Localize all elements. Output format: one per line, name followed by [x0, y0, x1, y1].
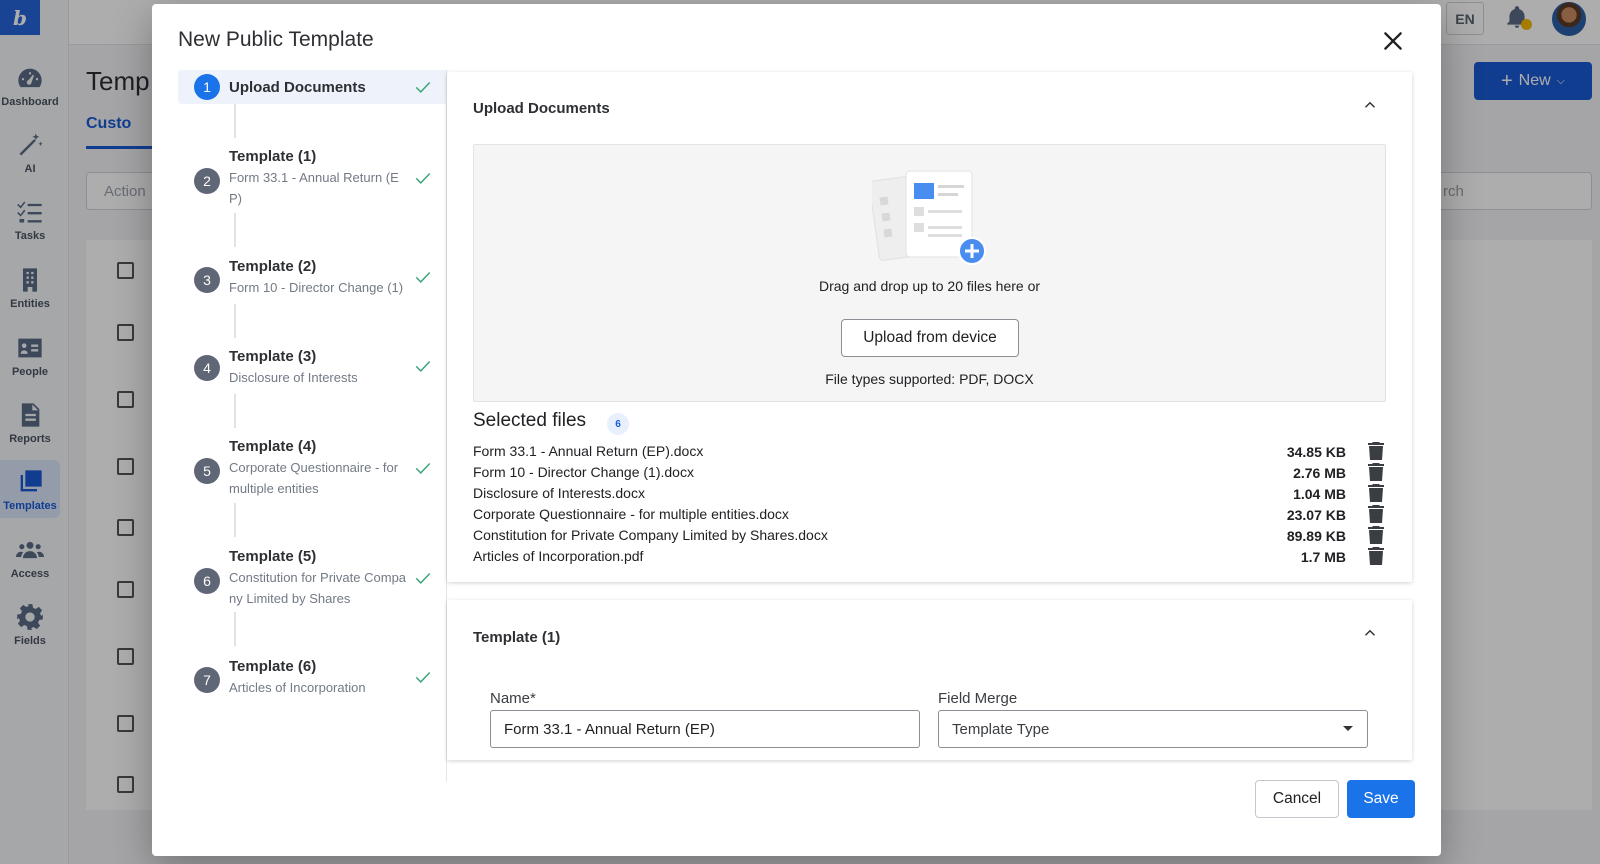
step-title: Template (3) — [229, 348, 317, 365]
selected-files-title: Selected files — [473, 410, 587, 431]
step-subtitle: Articles of Incorporation — [229, 680, 366, 695]
trash-icon — [1368, 547, 1384, 565]
template-name-input[interactable] — [490, 710, 920, 748]
field-merge-value: Template Type — [952, 721, 1050, 738]
step-number: 7 — [194, 667, 220, 693]
check-icon — [414, 268, 432, 286]
check-icon — [414, 78, 432, 96]
close-icon — [1384, 32, 1402, 50]
file-types-note: File types supported: PDF, DOCX — [825, 371, 1034, 387]
dialog-title: New Public Template — [178, 28, 374, 51]
check-icon — [414, 169, 432, 187]
step-subtitle: Constitution for Private Company Limited… — [229, 570, 407, 606]
collapse-upload-button[interactable] — [1361, 96, 1379, 114]
name-field-label: Name* — [490, 690, 536, 707]
cancel-button[interactable]: Cancel — [1255, 780, 1339, 818]
file-size: 1.04 MB — [1293, 486, 1346, 502]
delete-file-button[interactable] — [1368, 505, 1384, 523]
step-title: Upload Documents — [229, 79, 366, 96]
delete-file-button[interactable] — [1368, 526, 1384, 544]
step-connector — [234, 304, 236, 338]
chevron-up-icon — [1364, 101, 1376, 108]
name-label-text: Name — [490, 690, 531, 707]
step-subtitle: Form 33.1 - Annual Return (EP) — [229, 170, 399, 206]
file-name: Constitution for Private Company Limited… — [473, 527, 828, 543]
save-button[interactable]: Save — [1347, 780, 1415, 818]
step-title: Template (4) — [229, 438, 317, 455]
upload-documents-panel: Upload Documents Drag and drop up to 20 … — [447, 72, 1412, 582]
step-number: 6 — [194, 568, 220, 594]
step-connector — [234, 503, 236, 537]
file-name: Disclosure of Interests.docx — [473, 485, 645, 501]
file-list-item: Disclosure of Interests.docx 1.04 MB — [473, 484, 1386, 505]
field-merge-label: Field Merge — [938, 690, 1018, 707]
file-name: Articles of Incorporation.pdf — [473, 548, 644, 564]
collapse-template-button[interactable] — [1361, 624, 1379, 642]
check-icon — [414, 459, 432, 477]
step-connector — [234, 394, 236, 428]
selected-files-count-badge: 6 — [607, 413, 629, 435]
required-marker: * — [530, 690, 536, 707]
delete-file-button[interactable] — [1368, 442, 1384, 460]
close-button[interactable] — [1380, 28, 1406, 54]
file-list-item: Form 10 - Director Change (1).docx 2.76 … — [473, 463, 1386, 484]
trash-icon — [1368, 505, 1384, 523]
step-number: 2 — [194, 168, 220, 194]
new-template-dialog: New Public Template 1 Upload Documents 2… — [152, 4, 1441, 856]
step-subtitle: Corporate Questionnaire - for multiple e… — [229, 460, 399, 496]
delete-file-button[interactable] — [1368, 463, 1384, 481]
dropzone-instructions: Drag and drop up to 20 files here or — [818, 278, 1041, 294]
file-name: Form 10 - Director Change (1).docx — [473, 464, 694, 480]
step-subtitle: Disclosure of Interests — [229, 370, 358, 385]
check-icon — [414, 569, 432, 587]
step-upload-documents[interactable]: 1 Upload Documents — [178, 70, 448, 104]
delete-file-button[interactable] — [1368, 484, 1384, 502]
file-size: 89.89 KB — [1286, 528, 1346, 544]
step-number: 3 — [194, 267, 220, 293]
caret-down-icon — [1343, 726, 1353, 731]
step-number: 4 — [194, 355, 220, 381]
file-name: Form 33.1 - Annual Return (EP).docx — [473, 443, 704, 459]
panel-heading: Upload Documents — [473, 100, 610, 117]
step-title: Template (6) — [229, 658, 317, 675]
file-name: Corporate Questionnaire - for multiple e… — [473, 506, 789, 522]
step-connector — [234, 104, 236, 138]
step-title: Template (5) — [229, 548, 317, 565]
field-merge-select[interactable]: Template Type — [938, 710, 1368, 748]
file-list-item: Form 33.1 - Annual Return (EP).docx 34.8… — [473, 442, 1386, 463]
step-number: 5 — [194, 458, 220, 484]
file-size: 1.7 MB — [1300, 549, 1346, 565]
trash-icon — [1368, 463, 1384, 481]
check-icon — [414, 668, 432, 686]
file-size: 34.85 KB — [1286, 444, 1346, 460]
file-list-item: Articles of Incorporation.pdf 1.7 MB — [473, 547, 1386, 568]
chevron-up-icon — [1364, 629, 1376, 636]
panel-heading: Template (1) — [473, 629, 561, 646]
step-subtitle: Form 10 - Director Change (1) — [229, 280, 404, 295]
file-list-item: Corporate Questionnaire - for multiple e… — [473, 505, 1386, 526]
step-title: Template (1) — [229, 148, 317, 165]
trash-icon — [1368, 442, 1384, 460]
step-connector — [234, 612, 236, 646]
step-connector — [234, 213, 236, 247]
check-icon — [414, 357, 432, 375]
file-dropzone[interactable]: Drag and drop up to 20 files here or Upl… — [473, 144, 1386, 402]
file-list-item: Constitution for Private Company Limited… — [473, 526, 1386, 547]
step-title: Template (2) — [229, 258, 317, 275]
upload-from-device-button[interactable]: Upload from device — [841, 319, 1019, 357]
upload-illustration-icon — [872, 170, 986, 265]
trash-icon — [1368, 526, 1384, 544]
step-number: 1 — [194, 74, 220, 100]
delete-file-button[interactable] — [1368, 547, 1384, 565]
trash-icon — [1368, 484, 1384, 502]
file-size: 2.76 MB — [1293, 465, 1346, 481]
file-size: 23.07 KB — [1286, 507, 1346, 523]
template-1-panel: Template (1) Name* Field Merge Template … — [447, 600, 1412, 760]
